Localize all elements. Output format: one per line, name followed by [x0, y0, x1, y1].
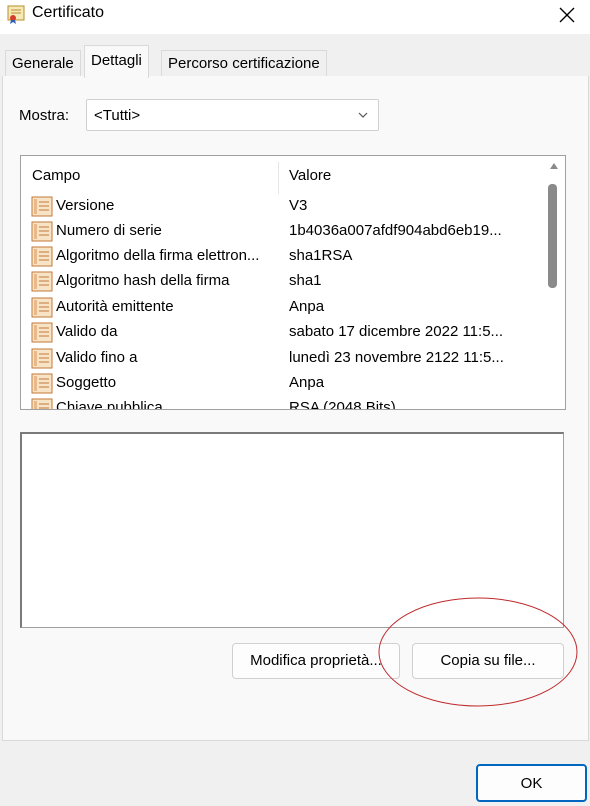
column-separator[interactable] [278, 162, 279, 194]
certificate-field-icon [31, 322, 53, 343]
field-name: Chiave pubblica [56, 399, 163, 410]
certificate-field-icon [31, 221, 53, 242]
field-name: Algoritmo hash della firma [56, 272, 230, 289]
list-item[interactable]: Algoritmo della firma elettron... sha1RS… [21, 244, 538, 269]
field-value: Anpa [289, 298, 325, 315]
edit-properties-button[interactable]: Modifica proprietà... [232, 643, 400, 679]
certificate-field-icon [31, 196, 53, 217]
certificate-icon [7, 5, 25, 24]
tab-percorso-certificazione[interactable]: Percorso certificazione [161, 50, 327, 77]
list-scrollbar[interactable] [541, 156, 565, 409]
certificate-field-icon [31, 348, 53, 369]
tab-dettagli[interactable]: Dettagli [84, 45, 149, 78]
field-value: Anpa [289, 374, 325, 391]
field-detail-box[interactable] [20, 432, 564, 628]
field-value: V3 [289, 197, 308, 214]
certificate-field-icon [31, 297, 53, 318]
field-name: Valido da [56, 323, 118, 340]
list-item[interactable]: Versione V3 [21, 194, 538, 219]
list-header: Campo Valore [21, 156, 538, 194]
field-name: Numero di serie [56, 222, 162, 239]
window-title: Certificato [32, 4, 105, 21]
show-dropdown[interactable]: <Tutti> [86, 99, 379, 131]
certificate-field-icon [31, 373, 53, 394]
copy-to-file-button[interactable]: Copia su file... [412, 643, 564, 679]
field-value: sabato 17 dicembre 2022 11:5... [289, 323, 504, 340]
field-value: 1b4036a007afdf904abd6eb19... [289, 222, 502, 239]
field-name: Valido fino a [56, 349, 138, 366]
column-header-value[interactable]: Valore [289, 167, 331, 184]
tab-generale[interactable]: Generale [5, 50, 81, 77]
list-item[interactable]: Numero di serie 1b4036a007afdf904abd6eb1… [21, 219, 538, 244]
list-item[interactable]: Chiave pubblica RSA (2048 Bits) [21, 396, 538, 410]
close-icon [559, 7, 575, 23]
certificate-field-icon [31, 398, 53, 409]
field-value: sha1RSA [289, 247, 353, 264]
scrollbar-thumb[interactable] [548, 184, 557, 288]
field-name: Versione [56, 197, 115, 214]
title-bar: Certificato [0, 0, 590, 34]
certificate-field-icon [31, 271, 53, 292]
show-dropdown-value: <Tutti> [94, 107, 141, 124]
list-item[interactable]: Valido da sabato 17 dicembre 2022 11:5..… [21, 320, 538, 345]
show-label: Mostra: [19, 107, 70, 124]
field-name: Soggetto [56, 374, 117, 391]
field-value: RSA (2048 Bits) [289, 399, 396, 410]
list-item[interactable]: Soggetto Anpa [21, 371, 538, 396]
list-item[interactable]: Autorità emittente Anpa [21, 295, 538, 320]
list-item[interactable]: Valido fino a lunedì 23 novembre 2122 11… [21, 346, 538, 371]
field-value: sha1 [289, 272, 322, 289]
scroll-up-icon[interactable] [549, 162, 559, 170]
field-name: Algoritmo della firma elettron... [56, 247, 260, 264]
close-button[interactable] [544, 0, 590, 30]
certificate-field-icon [31, 246, 53, 267]
certificate-fields-list[interactable]: Campo Valore Versione V3 Numero di serie… [20, 155, 566, 410]
field-name: Autorità emittente [56, 298, 174, 315]
ok-button[interactable]: OK [476, 764, 587, 802]
field-value: lunedì 23 novembre 2122 11:5... [289, 349, 504, 366]
list-item[interactable]: Algoritmo hash della firma sha1 [21, 269, 538, 294]
column-header-field[interactable]: Campo [32, 167, 80, 184]
chevron-down-icon [358, 112, 368, 118]
